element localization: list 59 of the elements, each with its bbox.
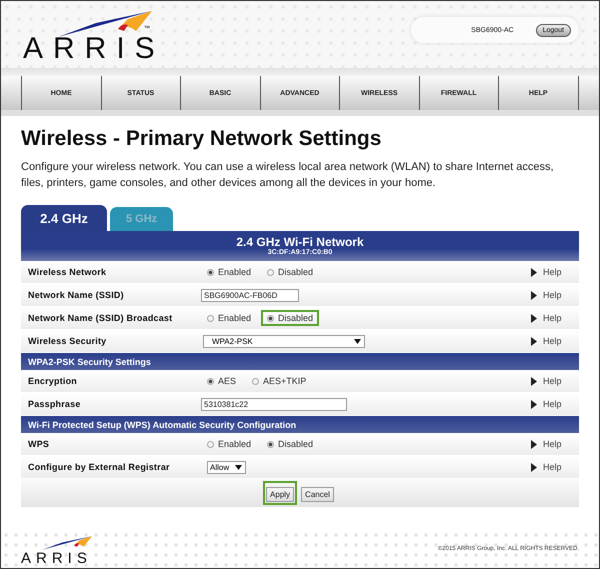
triangle-icon [531, 336, 537, 346]
help-link[interactable]: Help [531, 439, 579, 449]
radio-button[interactable] [207, 268, 214, 276]
field-label: Configure by External Registrar [28, 462, 171, 472]
help-link[interactable]: Help [531, 313, 579, 323]
dropdown[interactable]: Allow [207, 460, 246, 474]
triangle-icon [531, 376, 537, 386]
band-tab[interactable]: 2.4 GHz [21, 205, 107, 231]
help-link[interactable]: Help [531, 336, 579, 346]
field-label: Network Name (SSID) Broadcast [28, 313, 174, 323]
triangle-icon [531, 268, 537, 276]
text-field[interactable]: SBG6900AC-FB06D [201, 288, 299, 302]
field-label: Encryption [28, 376, 78, 386]
field-label: Passphrase [28, 399, 82, 409]
dropdown-caret-icon [354, 338, 361, 344]
triangle-icon [531, 290, 537, 300]
help-link[interactable]: Help [531, 267, 579, 277]
logo-text: ARRIS [21, 551, 92, 566]
radio-option[interactable]: AES [201, 373, 242, 389]
logo-text: ARRIS [23, 34, 165, 64]
radio-option[interactable]: Disabled [261, 436, 320, 452]
nav-spacer [1, 76, 22, 110]
radio-button[interactable] [207, 378, 214, 384]
triangle-icon [531, 314, 537, 322]
triangle-icon [531, 440, 537, 448]
section-title: WPA2-PSK Security Settings [28, 356, 151, 366]
radio-button[interactable] [267, 440, 274, 448]
radio-button[interactable] [267, 314, 274, 322]
field-label: Network Name (SSID) [28, 290, 125, 300]
radio-option[interactable]: AES+TKIP [246, 373, 312, 389]
field-label: Wireless Network [28, 267, 108, 277]
page-title: Wireless - Primary Network Settings [21, 127, 382, 151]
field-label: Wireless Security [28, 336, 108, 346]
field-label: WPS [28, 439, 50, 449]
radio-option[interactable]: Disabled [261, 264, 320, 280]
dropdown[interactable]: WPA2-PSK [203, 334, 365, 348]
swoosh-icon [56, 9, 154, 39]
triangle-icon [531, 400, 537, 408]
radio-button[interactable] [252, 378, 260, 384]
radio-option[interactable]: Enabled [201, 264, 258, 280]
help-link[interactable]: Help [531, 462, 579, 472]
network-title: 2.4 GHz Wi-Fi Network [236, 236, 364, 249]
section-title: Wi-Fi Protected Setup (WPS) Automatic Security Configuration [28, 420, 296, 430]
cancel-button[interactable]: Cancel [301, 487, 334, 502]
help-link[interactable]: Help [531, 399, 579, 409]
text-field[interactable]: 5310381c22 [201, 398, 347, 410]
dropdown-caret-icon [235, 464, 242, 470]
apply-button[interactable]: Apply [266, 487, 294, 502]
radio-button[interactable] [267, 268, 274, 276]
radio-option[interactable]: Disabled [261, 310, 320, 326]
radio-option[interactable]: Enabled [201, 436, 258, 452]
nav-spacer [578, 76, 599, 110]
radio-option[interactable]: Enabled [201, 310, 258, 326]
triangle-icon [531, 462, 537, 472]
radio-button[interactable] [207, 314, 214, 322]
radio-button[interactable] [207, 440, 214, 448]
help-link[interactable]: Help [531, 290, 579, 300]
help-link[interactable]: Help [531, 376, 579, 386]
intro-text: Configure your wireless network. You can use a wireless local area network (WLAN) to share Internet access, files, printers, game consoles, and other devices among all the devices in your home. [21, 160, 555, 191]
